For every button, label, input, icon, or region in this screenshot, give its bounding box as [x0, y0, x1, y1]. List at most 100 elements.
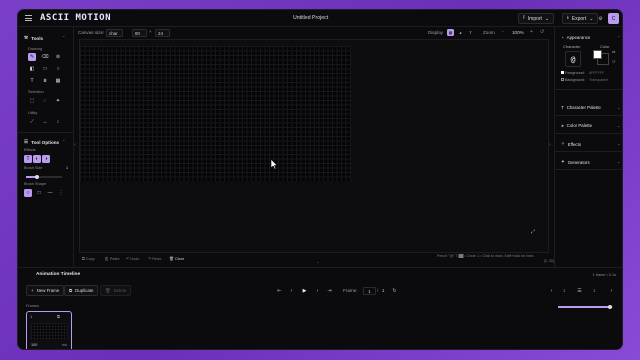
import-button[interactable]: ⭱ Import ⌄ — [518, 13, 555, 24]
wand-icon: ✦ — [561, 159, 565, 164]
timeline-zoom-slider[interactable] — [558, 304, 613, 309]
gradient-tool-icon[interactable]: ⩨ — [41, 77, 49, 85]
zoom-in-button[interactable]: + — [530, 29, 533, 35]
redo-icon: ↷ — [148, 257, 152, 261]
character-palette-header[interactable]: T Character Palette — [561, 105, 601, 110]
character-preview[interactable]: @ — [565, 51, 581, 67]
clear-button[interactable]: 🗑︎ Clear — [169, 256, 184, 261]
app-logo: ASCII MOTION — [40, 13, 112, 23]
canvas-width-input[interactable]: 80 — [132, 29, 147, 37]
brush-vertical-icon[interactable]: ⋮ — [57, 189, 65, 197]
appearance-header[interactable]: ◔ Appearance — [561, 35, 590, 40]
fill-tool-icon[interactable]: ⊚ — [54, 53, 62, 61]
redo-button[interactable]: ↷ Redo — [148, 256, 161, 261]
effect-fg-toggle-icon[interactable]: ◐ — [33, 155, 41, 163]
reset-zoom-icon[interactable]: ↺ — [540, 29, 544, 35]
foreground-swatch-icon — [561, 71, 564, 74]
last-frame-icon[interactable]: ⇥ — [326, 287, 333, 294]
text-tool-icon[interactable]: T — [28, 77, 36, 85]
settings-gear-icon[interactable]: ⚙ — [595, 13, 606, 24]
brush-square-icon[interactable]: □ — [35, 189, 43, 197]
zoom-value: 100% — [512, 30, 524, 35]
eraser-tool-icon[interactable]: ⌫ — [41, 53, 49, 61]
reset-colors-icon[interactable]: ↺ — [612, 59, 615, 64]
duplicate-button[interactable]: ⧉ Duplicate — [64, 285, 99, 296]
layers-icon[interactable]: ☰ — [576, 287, 583, 294]
chevron-down-icon[interactable]: ⌄ — [617, 105, 620, 110]
effects-header[interactable]: ✧ Effects — [561, 141, 581, 147]
effect-char-toggle-icon[interactable]: T — [24, 155, 32, 163]
zoom-label: Zoom — [483, 30, 495, 35]
flip-horizontal-icon[interactable]: ↔ — [41, 118, 49, 126]
canvas-mode-select[interactable]: char — [106, 29, 123, 37]
new-frame-button[interactable]: + New Frame — [26, 285, 65, 296]
import-label: Import — [527, 15, 542, 22]
ascii-canvas-grid[interactable] — [80, 46, 351, 181]
picker-icon[interactable]: ⟋ — [28, 118, 36, 126]
chevron-up-icon[interactable]: ⌃ — [617, 35, 620, 40]
frame-card[interactable]: 1 ⧉ 100 ms — [26, 311, 72, 349]
first-frame-icon[interactable]: ⇤ — [276, 287, 283, 294]
canvas-action-bar: ⧉ Copy 📋︎ Paste ↶ Undo ↷ Redo 🗑︎ Clear P… — [74, 253, 554, 264]
collapse-timeline-icon[interactable]: ⌃ — [316, 261, 319, 266]
sliders-icon: ☰ — [24, 139, 29, 144]
grid-tool-icon[interactable]: ▦ — [54, 77, 62, 85]
next-frame-icon[interactable]: › — [314, 287, 321, 294]
zoom-out-button[interactable]: - — [502, 29, 504, 35]
palette-display-icon[interactable]: ◕ — [457, 29, 464, 36]
chevron-down-icon[interactable]: ⌄ — [617, 123, 620, 128]
tools-header[interactable]: ⚒ Tools — [24, 35, 43, 41]
tool-options-header[interactable]: ☰ Tool Options — [24, 139, 59, 145]
chevron-up-icon[interactable]: ⌃ — [62, 139, 65, 144]
hamburger-menu-icon[interactable] — [25, 15, 32, 21]
delete-button[interactable]: 🗑︎ Delete — [100, 285, 132, 296]
timeline-zoom-fill — [558, 306, 611, 308]
text-display-icon[interactable]: T — [467, 29, 474, 36]
project-title[interactable]: Untitled Project — [293, 15, 328, 21]
current-frame-input[interactable]: 1 — [363, 287, 376, 295]
brush-horizontal-icon[interactable]: — — [46, 189, 54, 197]
rect-select-icon[interactable]: ⬚ — [28, 97, 36, 105]
foreground-color-swatch[interactable] — [593, 50, 602, 59]
canvas-height-input[interactable]: 24 — [155, 29, 170, 37]
chevron-down-icon[interactable]: ⌄ — [617, 159, 620, 164]
eyedropper-tool-icon[interactable]: ◧ — [28, 65, 36, 73]
background-value: Transparent — [589, 78, 609, 82]
rectangle-tool-icon[interactable]: □ — [41, 65, 49, 73]
loop-icon[interactable]: ↻ — [391, 287, 398, 294]
fullscreen-icon[interactable]: ⤢ — [531, 229, 535, 235]
export-button[interactable]: ⭳ Export ⌄ — [562, 13, 599, 24]
avatar[interactable]: C — [608, 13, 619, 24]
magic-wand-icon[interactable]: ✦ — [54, 97, 62, 105]
flip-vertical-icon[interactable]: ↕ — [54, 118, 62, 126]
undo-button[interactable]: ↶ Undo — [126, 256, 139, 261]
color-palette-header[interactable]: ◕ Color Palette — [561, 123, 592, 128]
effect-bg-toggle-icon[interactable]: ◑ — [42, 155, 50, 163]
pencil-tool-icon[interactable]: ✎ — [28, 53, 36, 61]
lasso-select-icon[interactable]: ◌ — [41, 97, 49, 105]
collapse-left-icon[interactable]: ‹ — [74, 142, 76, 148]
duplicate-frame-icon[interactable]: ⧉ — [57, 314, 60, 319]
chevron-up-icon[interactable]: ⌃ — [62, 35, 65, 40]
total-frames: 1 — [382, 288, 385, 293]
chevron-down-icon[interactable]: ⌄ — [617, 141, 620, 146]
paste-button[interactable]: 📋︎ Paste — [104, 256, 120, 261]
cursor-coords: [0, 30] — [544, 259, 554, 263]
copy-button[interactable]: ⧉ Copy — [82, 257, 95, 261]
grid-display-icon[interactable]: ▦ — [447, 29, 454, 36]
timeline-zoom-handle[interactable] — [608, 304, 613, 309]
frame-duration[interactable]: 100 — [31, 343, 37, 347]
prev-frame-icon[interactable]: ‹ — [288, 287, 295, 294]
divider — [18, 132, 74, 133]
brush-size-slider[interactable] — [26, 174, 62, 179]
play-icon[interactable]: ▶ — [301, 287, 308, 294]
swap-colors-icon[interactable]: ⇄ — [612, 49, 615, 54]
generators-header[interactable]: ✦ Generators — [561, 159, 590, 165]
ellipse-tool-icon[interactable]: ○ — [54, 65, 62, 73]
brush-size-handle[interactable] — [34, 174, 39, 179]
onion-prev-icon[interactable]: ‹ — [548, 287, 555, 294]
onion-next-icon[interactable]: › — [608, 287, 615, 294]
right-panel: ◔ Appearance ⌃ Character Color @ ⇄ ↺ For… — [554, 27, 622, 267]
brush-circle-icon[interactable]: ○ — [24, 189, 32, 197]
collapse-right-icon[interactable]: › — [549, 142, 551, 148]
